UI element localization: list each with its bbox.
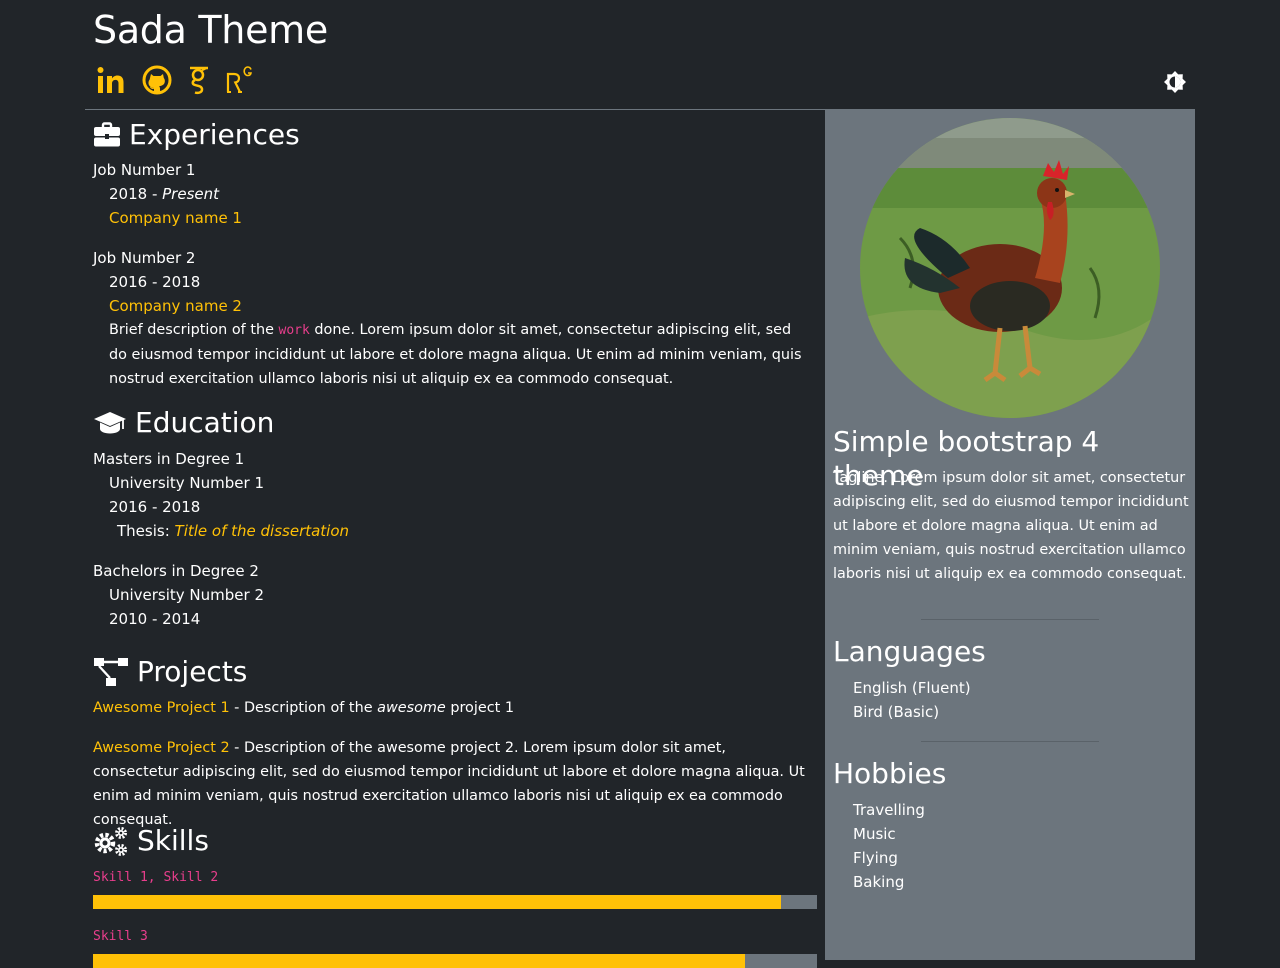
site-header: Sada Theme xyxy=(85,0,1195,110)
rooster-photo xyxy=(860,118,1160,418)
thesis: Thesis: Title of the dissertation xyxy=(117,519,349,543)
project-link[interactable]: Awesome Project 1 xyxy=(93,700,230,716)
job-description: Brief description of the work done. Lore… xyxy=(109,318,809,391)
github-link[interactable] xyxy=(141,64,173,96)
skill-label: Skill 3 xyxy=(93,929,148,944)
education-title: Education xyxy=(135,406,275,439)
projects-title: Projects xyxy=(137,655,248,688)
skills-heading: Skills xyxy=(93,824,209,858)
hobby-item: Music xyxy=(853,825,896,843)
project-item: Awesome Project 1 - Description of the a… xyxy=(93,696,514,720)
project-description: - Description of the xyxy=(229,700,378,716)
university-name: University Number 1 xyxy=(109,474,265,492)
job-dates-present: Present xyxy=(162,185,219,203)
degree-name: Masters in Degree 1 xyxy=(93,450,245,468)
hobbies-title: Hobbies xyxy=(833,757,947,790)
avatar xyxy=(860,118,1160,418)
google-scholar-icon xyxy=(190,66,208,95)
cogs-icon xyxy=(94,827,127,856)
divider xyxy=(921,619,1099,620)
hobby-item: Flying xyxy=(853,849,898,867)
project-item: Awesome Project 2 - Description of the a… xyxy=(93,736,815,832)
degree-dates: 2010 - 2014 xyxy=(109,610,201,628)
job-dates: 2016 - 2018 xyxy=(109,273,201,291)
sidebar: Simple bootstrap 4 theme Tagline. Lorem … xyxy=(825,110,1195,960)
thesis-title-link[interactable]: Title of the dissertation xyxy=(175,522,350,540)
skill-progress-bar xyxy=(93,895,817,909)
project-link[interactable]: Awesome Project 2 xyxy=(93,740,230,756)
job-role: Job Number 1 xyxy=(93,161,196,179)
google-scholar-link[interactable] xyxy=(187,65,211,95)
job-role: Job Number 2 xyxy=(93,249,196,267)
skill-label: Skill 1, Skill 2 xyxy=(93,870,219,885)
projects-heading: Projects xyxy=(93,655,247,689)
job-dates-start: 2018 - xyxy=(109,185,163,203)
experiences-heading: Experiences xyxy=(93,118,300,152)
degree-dates: 2016 - 2018 xyxy=(109,498,201,516)
job-dates: 2018 - Present xyxy=(109,182,219,206)
page-container: Sada Theme Experiences Job Number 1 2018… xyxy=(85,0,1195,968)
site-title: Sada Theme xyxy=(93,8,328,52)
job-company: Company name 2 xyxy=(109,297,242,315)
education-heading: Education xyxy=(93,406,274,440)
experiences-title: Experiences xyxy=(129,118,300,151)
theme-toggle-button[interactable] xyxy=(1163,70,1187,94)
degree-name: Bachelors in Degree 2 xyxy=(93,562,259,580)
linkedin-link[interactable] xyxy=(95,64,127,96)
skills-title: Skills xyxy=(137,824,209,857)
skill-progress-fill xyxy=(93,954,745,968)
language-item: English (Fluent) xyxy=(853,679,971,697)
project-description-emphasis: awesome xyxy=(377,700,446,716)
job-description-text: Brief description of the xyxy=(109,322,279,338)
hobby-item: Travelling xyxy=(853,801,925,819)
github-icon xyxy=(142,65,172,95)
project-diagram-icon xyxy=(94,658,128,686)
briefcase-icon xyxy=(94,122,120,147)
profile-tagline: Tagline. Lorem ipsum dolor sit amet, con… xyxy=(833,470,1189,582)
divider xyxy=(921,741,1099,742)
project-description: project 1 xyxy=(445,700,514,716)
language-item: Bird (Basic) xyxy=(853,703,940,721)
skill-progress-bar xyxy=(93,954,817,968)
linkedin-icon xyxy=(97,67,124,93)
thesis-label: Thesis: xyxy=(117,522,175,540)
job-company: Company name 1 xyxy=(109,209,242,227)
job-description-code: work xyxy=(278,323,310,338)
researchgate-link[interactable] xyxy=(225,65,253,95)
researchgate-icon xyxy=(226,66,252,93)
university-name: University Number 2 xyxy=(109,586,265,604)
languages-title: Languages xyxy=(833,635,986,668)
brightness-icon xyxy=(1164,71,1186,93)
graduation-cap-icon xyxy=(94,412,126,434)
social-links xyxy=(95,64,253,96)
skill-progress-fill xyxy=(93,895,781,909)
hobby-item: Baking xyxy=(853,873,905,891)
